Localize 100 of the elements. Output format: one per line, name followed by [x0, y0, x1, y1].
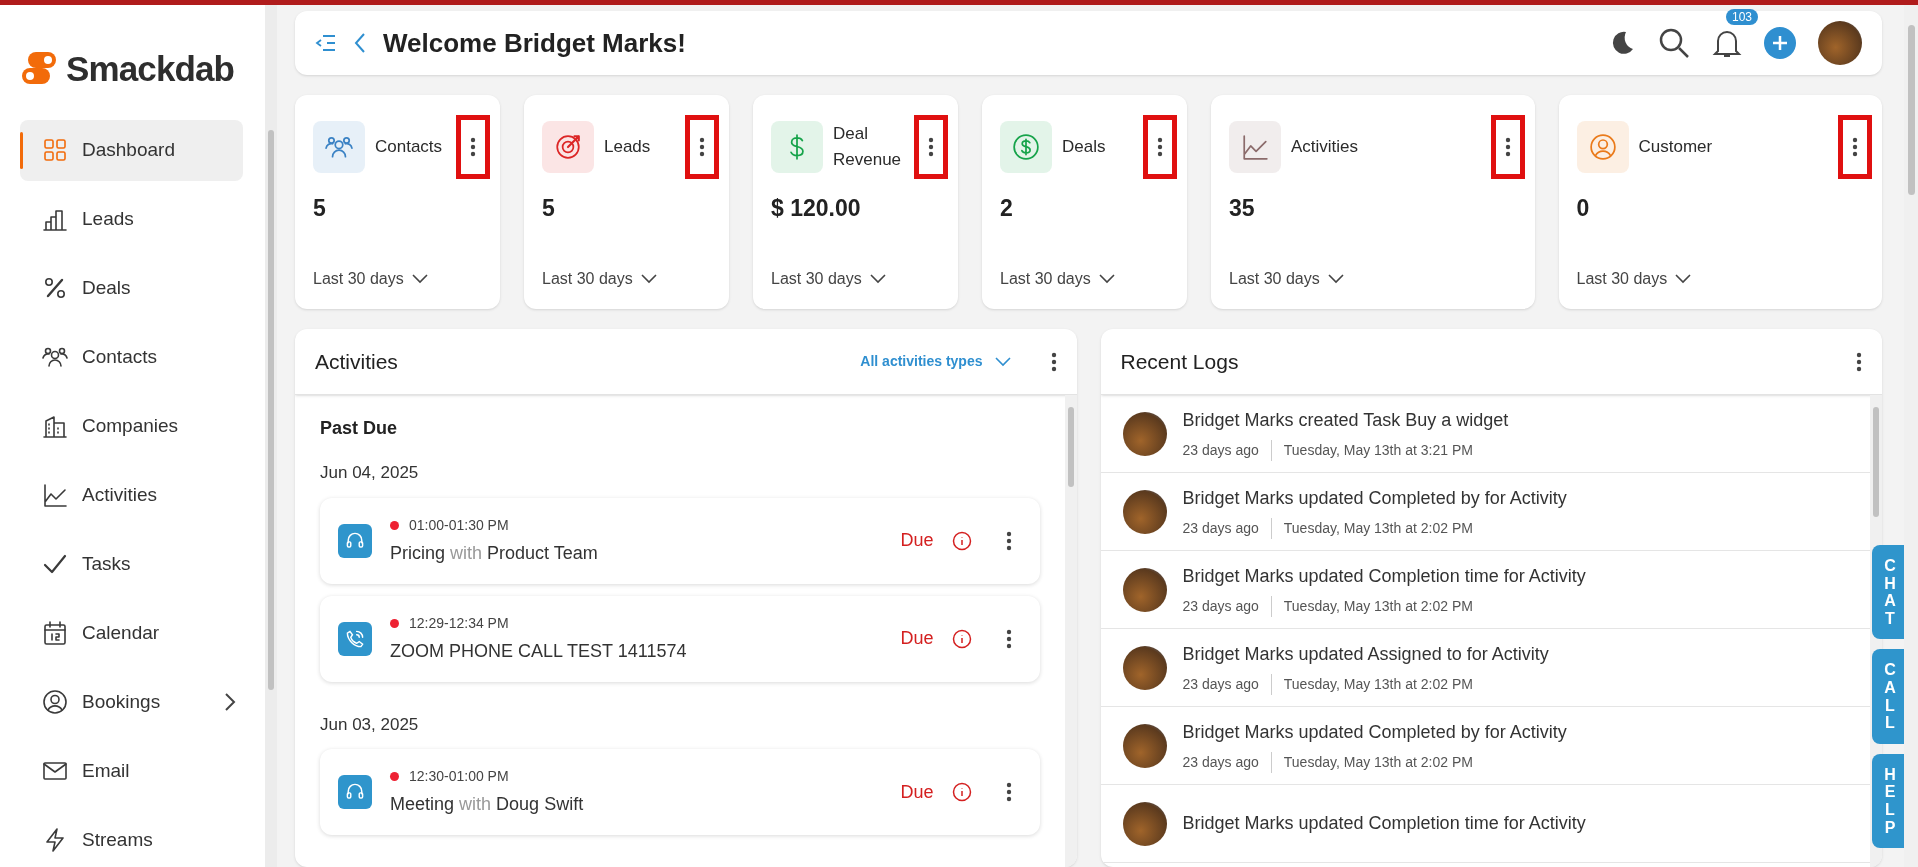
due-status: Due [900, 529, 934, 552]
time-ago: 23 days ago [1182, 517, 1272, 539]
more-icon[interactable] [1005, 782, 1012, 802]
period-dropdown[interactable]: Last 30 days [1000, 267, 1177, 291]
sidebar-item[interactable]: Calendar [20, 602, 243, 664]
info-icon [951, 628, 972, 649]
dollar-coin-icon [1012, 133, 1040, 161]
more-icon [699, 137, 705, 157]
sidebar-item[interactable]: Dashboard [20, 119, 243, 181]
page-title: Welcome Bridget Marks! [383, 26, 686, 60]
period-dropdown[interactable]: Last 30 days [542, 267, 719, 291]
stat-label: Deals [1062, 136, 1107, 158]
more-icon[interactable] [1856, 351, 1862, 372]
timestamp: Tuesday, May 13th at 2:02 PM [1282, 596, 1473, 616]
target-icon [554, 133, 582, 161]
line-chart-icon [42, 482, 68, 508]
period-dropdown[interactable]: Last 30 days [1576, 267, 1872, 291]
period-dropdown[interactable]: Last 30 days [1229, 267, 1525, 291]
percent-icon [42, 275, 68, 301]
chevron-down-icon [411, 274, 428, 284]
back-chevron-icon[interactable] [353, 32, 367, 54]
more-icon[interactable] [1005, 628, 1012, 649]
stat-value: 35 [1229, 194, 1256, 223]
sidebar-item[interactable]: Tasks [20, 533, 243, 595]
activity-title: Pricing with Product Team [390, 541, 598, 565]
time-range: 12:29-12:34 PM [409, 613, 509, 633]
phone-icon [338, 621, 372, 656]
timestamp: Tuesday, May 13th at 2:02 PM [1282, 752, 1473, 772]
stat-label: Activities [1291, 136, 1360, 158]
avatar-photo-placeholder[interactable] [1818, 21, 1862, 65]
scrollbar[interactable] [1064, 395, 1077, 867]
sidebar-item[interactable]: Leads [20, 188, 243, 250]
building-icon [42, 413, 68, 439]
due-status: Due [900, 780, 934, 804]
log-text: Bridget Marks updated Assigned to for Activity [1182, 642, 1549, 666]
notification-count: 103 [1726, 9, 1759, 25]
calendar-icon [42, 620, 68, 646]
log-text: Bridget Marks created Task Buy a widget [1182, 408, 1509, 432]
activity-title: ZOOM PHONE CALL TEST 1411574 [390, 639, 687, 663]
section-heading: Past Due [320, 417, 399, 440]
timestamp: Tuesday, May 13th at 2:02 PM [1282, 674, 1473, 694]
sidebar-item[interactable]: Companies [20, 395, 243, 457]
time-ago: 23 days ago [1182, 439, 1272, 461]
user-icon [1588, 133, 1617, 161]
sidebar-item[interactable]: Streams [20, 809, 243, 867]
activity-type-filter[interactable]: All activities types [860, 351, 1011, 372]
stat-label: Contacts [375, 136, 444, 158]
more-button[interactable] [914, 115, 948, 179]
stat-value: $ 120.00 [771, 194, 862, 223]
more-icon [928, 137, 934, 157]
more-button[interactable] [1143, 115, 1177, 179]
chevron-right-icon [224, 692, 237, 712]
log-text: Bridget Marks updated Completed by for Activity [1182, 720, 1567, 744]
period-dropdown[interactable]: Last 30 days [771, 267, 948, 291]
stat-label: Leads [604, 136, 652, 158]
scrollbar[interactable] [265, 5, 277, 867]
date-heading: Jun 03, 2025 [320, 713, 420, 736]
chevron-down-icon [869, 274, 886, 284]
timestamp: Tuesday, May 13th at 3:21 PM [1282, 440, 1473, 460]
stat-value: 5 [313, 194, 327, 223]
time-range: 01:00-01:30 PM [409, 515, 509, 535]
more-icon [1504, 137, 1511, 157]
info-icon [951, 782, 972, 802]
chevron-down-icon [994, 356, 1011, 367]
info-icon [951, 530, 972, 551]
more-button[interactable] [456, 115, 490, 179]
period-dropdown[interactable]: Last 30 days [313, 267, 490, 291]
time-ago: 23 days ago [1182, 673, 1272, 695]
grid-icon [42, 137, 68, 163]
headset-icon [338, 775, 372, 809]
more-button[interactable] [1490, 115, 1525, 179]
more-icon[interactable] [1005, 530, 1012, 551]
plus-icon [1772, 35, 1788, 51]
more-icon[interactable] [1050, 351, 1057, 372]
add-button[interactable] [1764, 27, 1796, 59]
search-icon[interactable] [1658, 27, 1690, 59]
more-icon [1852, 137, 1858, 157]
brand-name: Smackdab [66, 48, 235, 90]
sidebar-item[interactable]: Bookings [20, 671, 243, 733]
sidebar-item[interactable]: Contacts [20, 326, 243, 388]
more-icon [1157, 137, 1163, 157]
chevron-down-icon [640, 274, 657, 284]
due-status: Due [900, 627, 934, 650]
chevron-down-icon [1675, 274, 1692, 284]
stat-value: 2 [1000, 194, 1014, 223]
timestamp: Tuesday, May 13th at 2:02 PM [1282, 518, 1473, 538]
time-ago: 23 days ago [1182, 751, 1272, 773]
sidebar-item[interactable]: Activities [20, 464, 243, 526]
sidebar-item[interactable]: Deals [20, 257, 243, 319]
activity-title: Meeting with Doug Swift [390, 793, 584, 816]
panel-title: Recent Logs [1120, 348, 1239, 375]
chevron-down-icon [1327, 274, 1344, 284]
user-icon [42, 689, 68, 715]
sidebar-item[interactable]: Email [20, 740, 243, 802]
more-button[interactable] [685, 115, 719, 179]
more-button[interactable] [1838, 115, 1872, 179]
log-text: Bridget Marks updated Completion time for Activity [1182, 564, 1586, 588]
more-icon [470, 137, 476, 157]
collapse-menu-icon[interactable] [315, 34, 337, 52]
panel-title: Activities [315, 348, 398, 375]
